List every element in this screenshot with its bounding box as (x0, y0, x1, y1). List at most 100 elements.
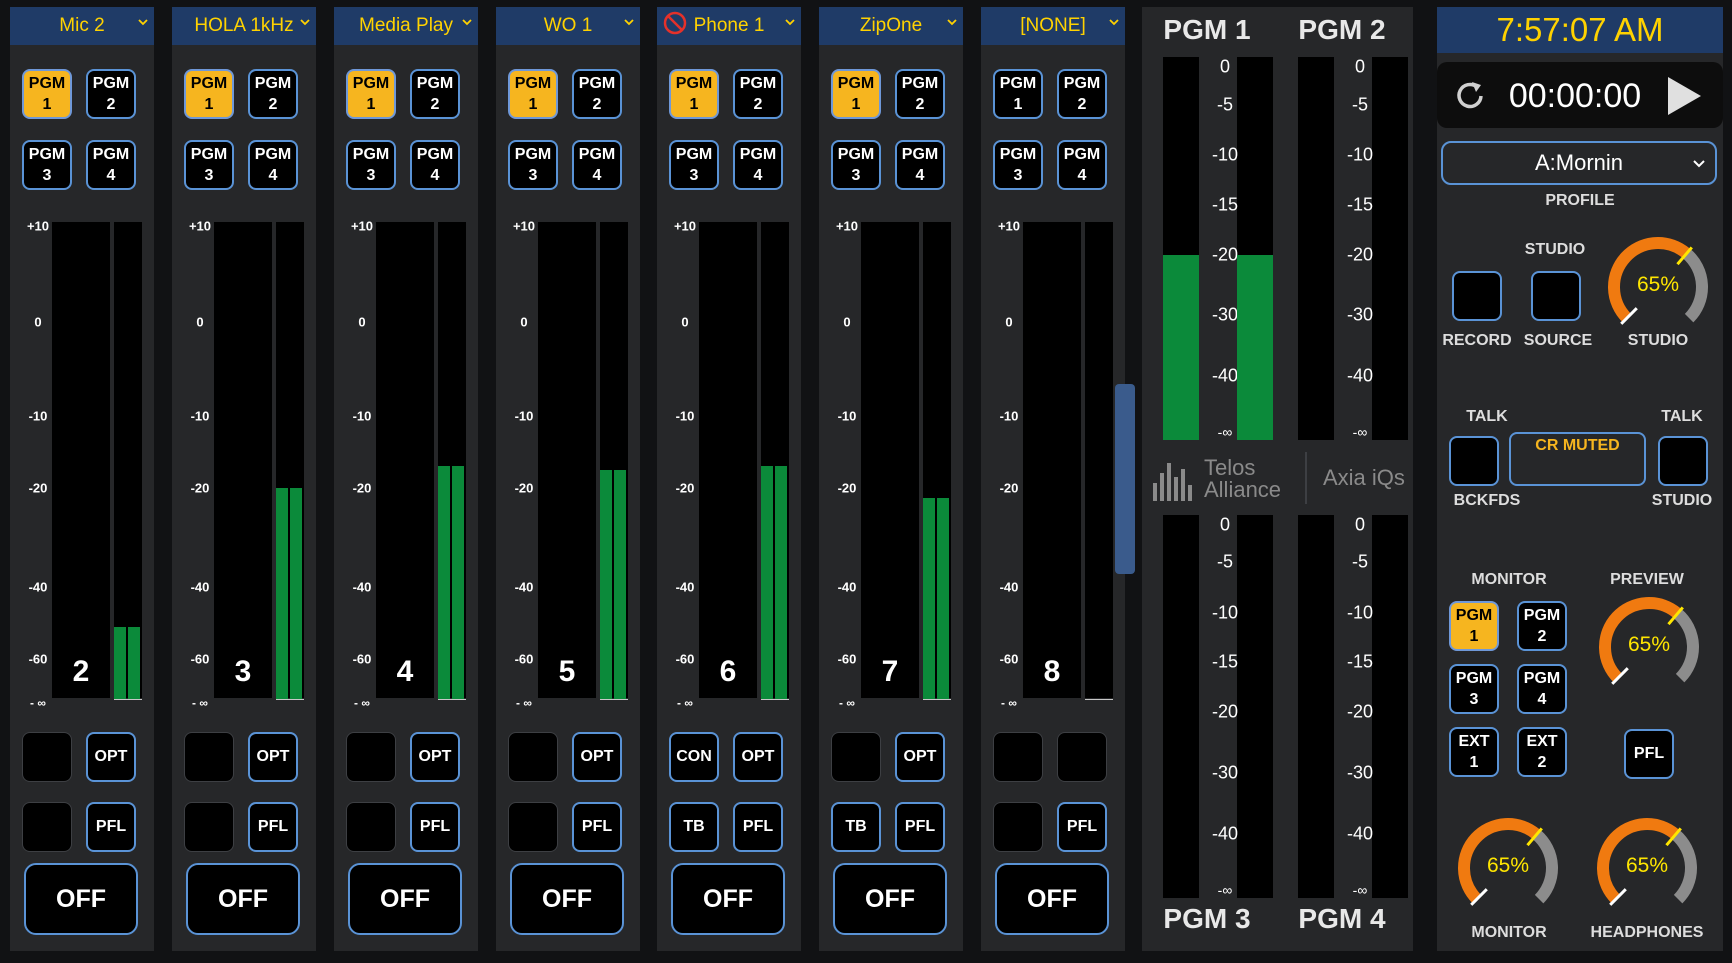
record-button[interactable] (1452, 271, 1502, 321)
opt-button[interactable]: OPT (86, 732, 136, 782)
assign-pgm-1-button[interactable]: PGM 1 (22, 69, 72, 119)
channel-on-off-button[interactable]: OFF (24, 863, 138, 935)
timer-reset-icon[interactable] (1450, 76, 1490, 116)
opt-button[interactable]: OPT (248, 732, 298, 782)
assign-pgm-1-button[interactable]: PGM 1 (508, 69, 558, 119)
talkback-button[interactable]: TB (831, 802, 881, 852)
source-select[interactable]: Mic 2 (10, 7, 154, 45)
studio-level-knob[interactable]: 65% (1604, 233, 1712, 341)
assign-pgm-3-button[interactable]: PGM 3 (22, 140, 72, 190)
source-select[interactable]: [NONE] (981, 7, 1125, 45)
empty-button[interactable] (184, 732, 234, 782)
talk-backfeeds-button[interactable] (1449, 436, 1499, 486)
empty-button[interactable] (831, 732, 881, 782)
monitor-source-pgm-3-button[interactable]: PGM 3 (1449, 664, 1499, 714)
monitor-source-ext-2-button[interactable]: EXT 2 (1517, 727, 1567, 777)
opt-button[interactable]: OPT (733, 732, 783, 782)
assign-pgm-4-button[interactable]: PGM 4 (410, 140, 460, 190)
studio-section-label: STUDIO (1524, 241, 1586, 258)
pfl-button[interactable]: PFL (410, 802, 460, 852)
empty-button[interactable] (1057, 732, 1107, 782)
monitor-source-ext-1-button[interactable]: EXT 1 (1449, 727, 1499, 777)
assign-pgm-3-button[interactable]: PGM 3 (184, 140, 234, 190)
source-button[interactable] (1531, 271, 1581, 321)
channel-on-off-button[interactable]: OFF (671, 863, 785, 935)
source-select[interactable]: HOLA 1kHz (172, 7, 316, 45)
assign-pgm-2-button[interactable]: PGM 2 (733, 69, 783, 119)
assign-pgm-3-button[interactable]: PGM 3 (993, 140, 1043, 190)
fader-track[interactable] (699, 222, 757, 698)
monitor-source-pgm-4-button[interactable]: PGM 4 (1517, 664, 1567, 714)
scale-tick (600, 699, 628, 700)
assign-pgm-4-button[interactable]: PGM 4 (895, 140, 945, 190)
assign-pgm-2-button[interactable]: PGM 2 (895, 69, 945, 119)
channel-on-off-button[interactable]: OFF (833, 863, 947, 935)
opt-button[interactable]: OPT (572, 732, 622, 782)
assign-pgm-3-button[interactable]: PGM 3 (346, 140, 396, 190)
con-button[interactable]: CON (669, 732, 719, 782)
assign-pgm-2-button[interactable]: PGM 2 (86, 69, 136, 119)
pfl-button[interactable]: PFL (733, 802, 783, 852)
logo-divider (1305, 452, 1307, 504)
channel-on-off-button[interactable]: OFF (186, 863, 300, 935)
empty-button[interactable] (22, 732, 72, 782)
fader-track[interactable] (538, 222, 596, 698)
source-select[interactable]: ZipOne (819, 7, 963, 45)
empty-button[interactable] (22, 802, 72, 852)
talkback-button[interactable]: TB (669, 802, 719, 852)
channel-on-off-button[interactable]: OFF (510, 863, 624, 935)
opt-button[interactable]: OPT (410, 732, 460, 782)
assign-pgm-2-button[interactable]: PGM 2 (248, 69, 298, 119)
assign-pgm-4-button[interactable]: PGM 4 (572, 140, 622, 190)
assign-pgm-2-button[interactable]: PGM 2 (1057, 69, 1107, 119)
panel-scroll-handle[interactable] (1115, 384, 1135, 574)
timer-play-icon[interactable] (1664, 74, 1704, 118)
empty-button[interactable] (993, 732, 1043, 782)
fader-track[interactable] (861, 222, 919, 698)
assign-pgm-4-button[interactable]: PGM 4 (1057, 140, 1107, 190)
talk-studio-button[interactable] (1658, 436, 1708, 486)
fader-track[interactable] (52, 222, 110, 698)
assign-pgm-4-button[interactable]: PGM 4 (248, 140, 298, 190)
source-select[interactable]: Media Play (334, 7, 478, 45)
assign-pgm-2-button[interactable]: PGM 2 (410, 69, 460, 119)
pfl-button[interactable]: PFL (1057, 802, 1107, 852)
source-select[interactable]: Phone 1 (657, 7, 801, 45)
assign-pgm-4-button[interactable]: PGM 4 (86, 140, 136, 190)
profile-select[interactable]: A:Mornin (1441, 141, 1717, 185)
pgm-label: PGM (254, 75, 292, 92)
assign-pgm-3-button[interactable]: PGM 3 (669, 140, 719, 190)
empty-button[interactable] (508, 732, 558, 782)
monitor-source-pgm-1-button[interactable]: PGM 1 (1449, 601, 1499, 651)
fader-track[interactable] (376, 222, 434, 698)
assign-pgm-1-button[interactable]: PGM 1 (993, 69, 1043, 119)
empty-button[interactable] (346, 802, 396, 852)
assign-pgm-3-button[interactable]: PGM 3 (831, 140, 881, 190)
empty-button[interactable] (184, 802, 234, 852)
preview-pfl-button[interactable]: PFL (1624, 729, 1674, 779)
headphones-level-knob[interactable]: 65% (1593, 814, 1701, 922)
assign-pgm-3-button[interactable]: PGM 3 (508, 140, 558, 190)
preview-level-knob[interactable]: 65% (1595, 593, 1703, 701)
channel-on-off-button[interactable]: OFF (348, 863, 462, 935)
empty-button[interactable] (346, 732, 396, 782)
monitor-source-pgm-2-button[interactable]: PGM 2 (1517, 601, 1567, 651)
fader-track[interactable] (214, 222, 272, 698)
pfl-button[interactable]: PFL (248, 802, 298, 852)
opt-button[interactable]: OPT (895, 732, 945, 782)
assign-pgm-1-button[interactable]: PGM 1 (669, 69, 719, 119)
pfl-button[interactable]: PFL (895, 802, 945, 852)
monitor-level-knob[interactable]: 65% (1454, 814, 1562, 922)
assign-pgm-2-button[interactable]: PGM 2 (572, 69, 622, 119)
assign-pgm-1-button[interactable]: PGM 1 (346, 69, 396, 119)
fader-track[interactable] (1023, 222, 1081, 698)
pfl-button[interactable]: PFL (86, 802, 136, 852)
source-select[interactable]: WO 1 (496, 7, 640, 45)
empty-button[interactable] (508, 802, 558, 852)
assign-pgm-4-button[interactable]: PGM 4 (733, 140, 783, 190)
pfl-button[interactable]: PFL (572, 802, 622, 852)
empty-button[interactable] (993, 802, 1043, 852)
channel-on-off-button[interactable]: OFF (995, 863, 1109, 935)
assign-pgm-1-button[interactable]: PGM 1 (184, 69, 234, 119)
assign-pgm-1-button[interactable]: PGM 1 (831, 69, 881, 119)
